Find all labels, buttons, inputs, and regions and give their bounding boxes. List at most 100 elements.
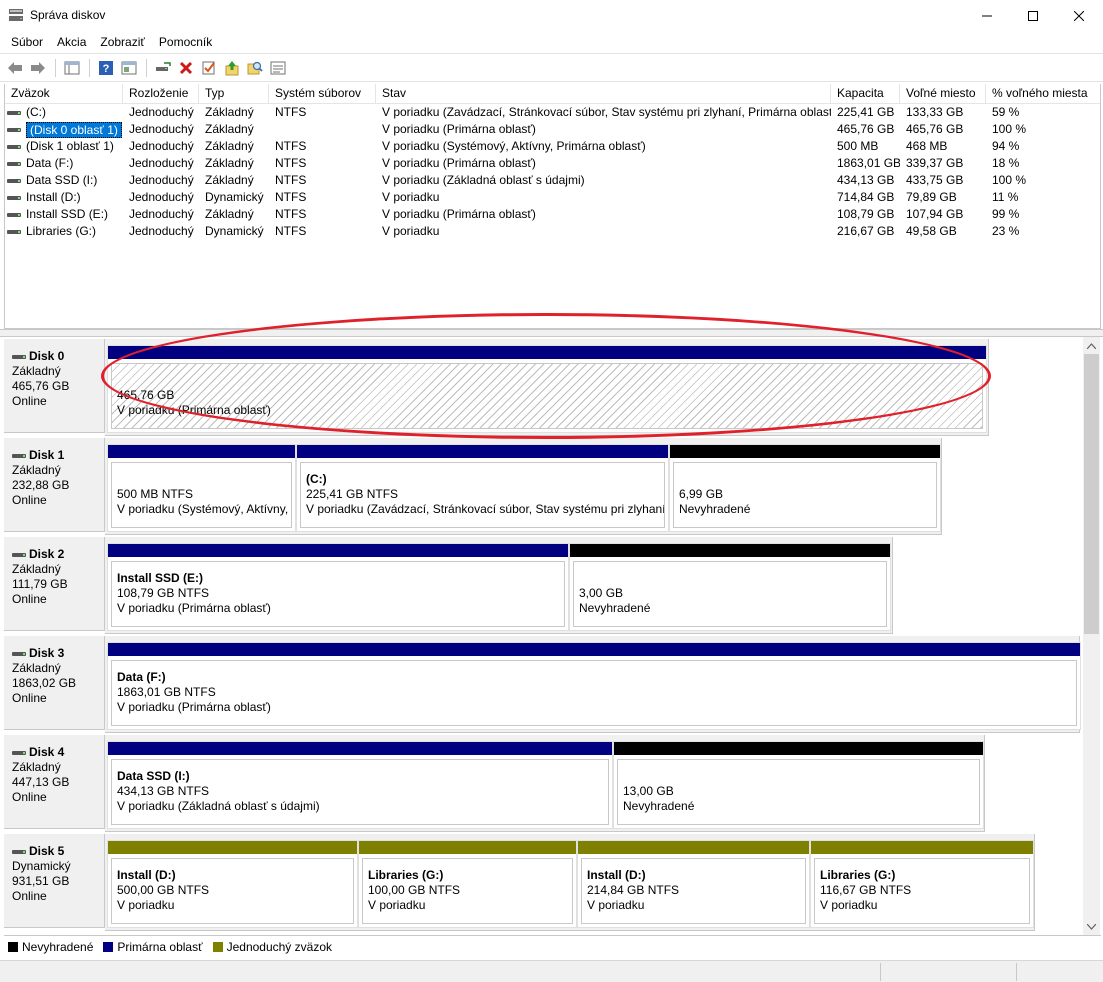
disk-3-label[interactable]: Disk 3 Základný 1863,02 GB Online bbox=[4, 636, 105, 730]
disk-3-partitions: Data (F:) 1863,01 GB NTFS V poriadku (Prim… bbox=[105, 636, 1081, 733]
close-button[interactable] bbox=[1056, 0, 1102, 31]
table-row[interactable]: Install (D:) Jednoduchý Dynamický NTFS V por… bbox=[5, 189, 1100, 206]
table-row[interactable]: (C:) Jednoduchý Základný NTFS V poriadku (Za… bbox=[5, 104, 1100, 121]
scroll-down-button[interactable] bbox=[1083, 918, 1100, 935]
disk-4-label[interactable]: Disk 4 Základný 447,13 GB Online bbox=[4, 735, 105, 829]
cell-type: Základný bbox=[205, 156, 254, 170]
partition[interactable]: Install (D:) 500,00 GB NTFS V poriadku bbox=[107, 840, 358, 928]
disk-name-text: Disk 0 bbox=[29, 349, 65, 363]
menu-view[interactable]: Zobraziť bbox=[93, 32, 152, 52]
cell-free-space: 133,33 GB bbox=[906, 105, 964, 119]
details-button[interactable] bbox=[267, 57, 289, 79]
table-row[interactable]: (Disk 1 oblasť 1) Jednoduchý Základný NTFS V… bbox=[5, 138, 1100, 155]
partition-color-bar bbox=[297, 445, 668, 458]
legend-swatch-primary bbox=[103, 941, 114, 952]
disk-map-scrollbar[interactable] bbox=[1083, 337, 1100, 935]
column-header-file-system[interactable]: Systém súborov bbox=[269, 84, 376, 104]
delete-button[interactable] bbox=[175, 57, 197, 79]
partition-status: V poriadku (Systémový, Aktívny, bbox=[117, 502, 289, 516]
table-row[interactable]: (Disk 0 oblasť 1) Jednoduchý Základný V por… bbox=[5, 121, 1100, 138]
partition-status: V poriadku (Zavádzací, Stránkovací súbor… bbox=[306, 502, 665, 516]
delete-icon bbox=[179, 61, 193, 74]
disk-5-label[interactable]: Disk 5 Dynamický 931,51 GB Online bbox=[4, 834, 105, 928]
table-row[interactable]: Data SSD (I:) Jednoduchý Základný NTFS V por… bbox=[5, 172, 1100, 189]
details-icon bbox=[270, 61, 286, 74]
cell-type: Základný bbox=[205, 105, 254, 119]
disk-0-label[interactable]: Disk 0 Základný 465,76 GB Online bbox=[4, 339, 105, 433]
partition[interactable]: Libraries (G:) 116,67 GB NTFS V poriadku bbox=[810, 840, 1034, 928]
column-header-layout[interactable]: Rozloženie bbox=[123, 84, 199, 104]
menu-help[interactable]: Pomocník bbox=[152, 32, 219, 52]
partition-volume-name: Install (D:) bbox=[117, 868, 176, 882]
check-disk-button[interactable] bbox=[198, 57, 220, 79]
partition[interactable]: Data (F:) 1863,01 GB NTFS V poriadku (Prim… bbox=[107, 642, 1081, 730]
disk-name: Disk 3 bbox=[12, 646, 104, 661]
partition-body: Libraries (G:) 100,00 GB NTFS V poriadku bbox=[362, 858, 573, 924]
disk-status: Online bbox=[12, 493, 47, 507]
disk-status: Online bbox=[12, 889, 47, 903]
cell-layout: Jednoduchý bbox=[129, 190, 194, 204]
partition-size: 465,76 GB bbox=[117, 388, 175, 402]
partition[interactable]: Data SSD (I:) 434,13 GB NTFS V poriadku (Z… bbox=[107, 741, 613, 829]
partition[interactable]: 465,76 GB V poriadku (Primárna oblasť) bbox=[107, 345, 987, 433]
cell-file-system: NTFS bbox=[275, 139, 307, 153]
column-header-status[interactable]: Stav bbox=[376, 84, 831, 104]
cell-volume: Data (F:) bbox=[5, 155, 123, 172]
forward-button[interactable] bbox=[27, 57, 49, 79]
menu-file[interactable]: Súbor bbox=[4, 32, 50, 52]
cell-status: V poriadku (Primárna oblasť) bbox=[382, 122, 536, 136]
window-title: Správa diskov bbox=[30, 8, 106, 22]
partition-color-bar bbox=[108, 346, 986, 359]
menu-action[interactable]: Akcia bbox=[50, 32, 93, 52]
disk-management-app-icon bbox=[9, 9, 23, 21]
table-row[interactable]: Install SSD (E:) Jednoduchý Základný NTFS V … bbox=[5, 206, 1100, 223]
pane-splitter[interactable] bbox=[0, 329, 1103, 337]
legend-label-unallocated: Nevyhradené bbox=[22, 939, 94, 954]
up-level-button[interactable] bbox=[221, 57, 243, 79]
partition[interactable]: Install SSD (E:) 108,79 GB NTFS V poriadku… bbox=[107, 543, 569, 631]
partition[interactable]: 500 MB NTFS V poriadku (Systémový, Aktívn… bbox=[107, 444, 296, 532]
unallocated-space[interactable]: 6,99 GB Nevyhradené bbox=[669, 444, 941, 532]
disk-name-text: Disk 5 bbox=[29, 844, 65, 858]
partition[interactable]: (C:) 225,41 GB NTFS V poriadku (Zavádzací,… bbox=[296, 444, 669, 532]
volume-icon bbox=[7, 160, 21, 168]
disk-2-label[interactable]: Disk 2 Základný 111,79 GB Online bbox=[4, 537, 105, 631]
disk-type: Základný bbox=[12, 364, 61, 378]
cell-layout: Jednoduchý bbox=[129, 105, 194, 119]
volume-name: Install (D:) bbox=[26, 190, 81, 204]
column-header-percent-free[interactable]: % voľného miesta bbox=[986, 84, 1096, 104]
cell-free-space: 339,37 GB bbox=[906, 156, 964, 170]
search-button[interactable] bbox=[244, 57, 266, 79]
partition-body: Data SSD (I:) 434,13 GB NTFS V poriadku (Z… bbox=[111, 759, 609, 825]
disk-1-row: Disk 1 Základný 232,88 GB Online 500 MB NTFS… bbox=[4, 436, 1083, 535]
partition-size: 13,00 GB bbox=[623, 784, 674, 798]
status-separator bbox=[1016, 963, 1017, 981]
console-tree-button[interactable] bbox=[118, 57, 140, 79]
scroll-thumb[interactable] bbox=[1084, 354, 1099, 634]
cell-volume: (C:) bbox=[5, 104, 123, 121]
partition-body: 465,76 GB V poriadku (Primárna oblasť) bbox=[111, 363, 983, 429]
help-button[interactable]: ? bbox=[95, 57, 117, 79]
partition-volume-name: Data (F:) bbox=[117, 670, 166, 684]
cell-percent-free: 100 % bbox=[992, 122, 1027, 136]
table-row[interactable]: Data (F:) Jednoduchý Základný NTFS V poriadk… bbox=[5, 155, 1100, 172]
column-header-capacity[interactable]: Kapacita bbox=[831, 84, 900, 104]
maximize-button[interactable] bbox=[1010, 0, 1056, 31]
cell-status: V poriadku (Zavádzací, Stránkovací súbor… bbox=[382, 105, 831, 119]
disk-1-label[interactable]: Disk 1 Základný 232,88 GB Online bbox=[4, 438, 105, 532]
partition-body: Install (D:) 500,00 GB NTFS V poriadku bbox=[111, 858, 354, 924]
partition[interactable]: Install (D:) 214,84 GB NTFS V poriadku bbox=[577, 840, 810, 928]
partition[interactable]: Libraries (G:) 100,00 GB NTFS V poriadku bbox=[358, 840, 577, 928]
minimize-button[interactable] bbox=[964, 0, 1010, 31]
column-header-free-space[interactable]: Voľné miesto bbox=[900, 84, 986, 104]
scroll-up-button[interactable] bbox=[1083, 337, 1100, 354]
column-header-volume[interactable]: Zväzok bbox=[5, 84, 123, 104]
back-button[interactable] bbox=[4, 57, 26, 79]
disk-type: Základný bbox=[12, 661, 61, 675]
unallocated-space[interactable]: 13,00 GB Nevyhradené bbox=[613, 741, 984, 829]
connect-disk-button[interactable] bbox=[152, 57, 174, 79]
show-hide-console-tree-button[interactable] bbox=[61, 57, 83, 79]
column-header-type[interactable]: Typ bbox=[199, 84, 269, 104]
unallocated-space[interactable]: 3,00 GB Nevyhradené bbox=[569, 543, 891, 631]
table-row[interactable]: Libraries (G:) Jednoduchý Dynamický NTFS V p… bbox=[5, 223, 1100, 240]
